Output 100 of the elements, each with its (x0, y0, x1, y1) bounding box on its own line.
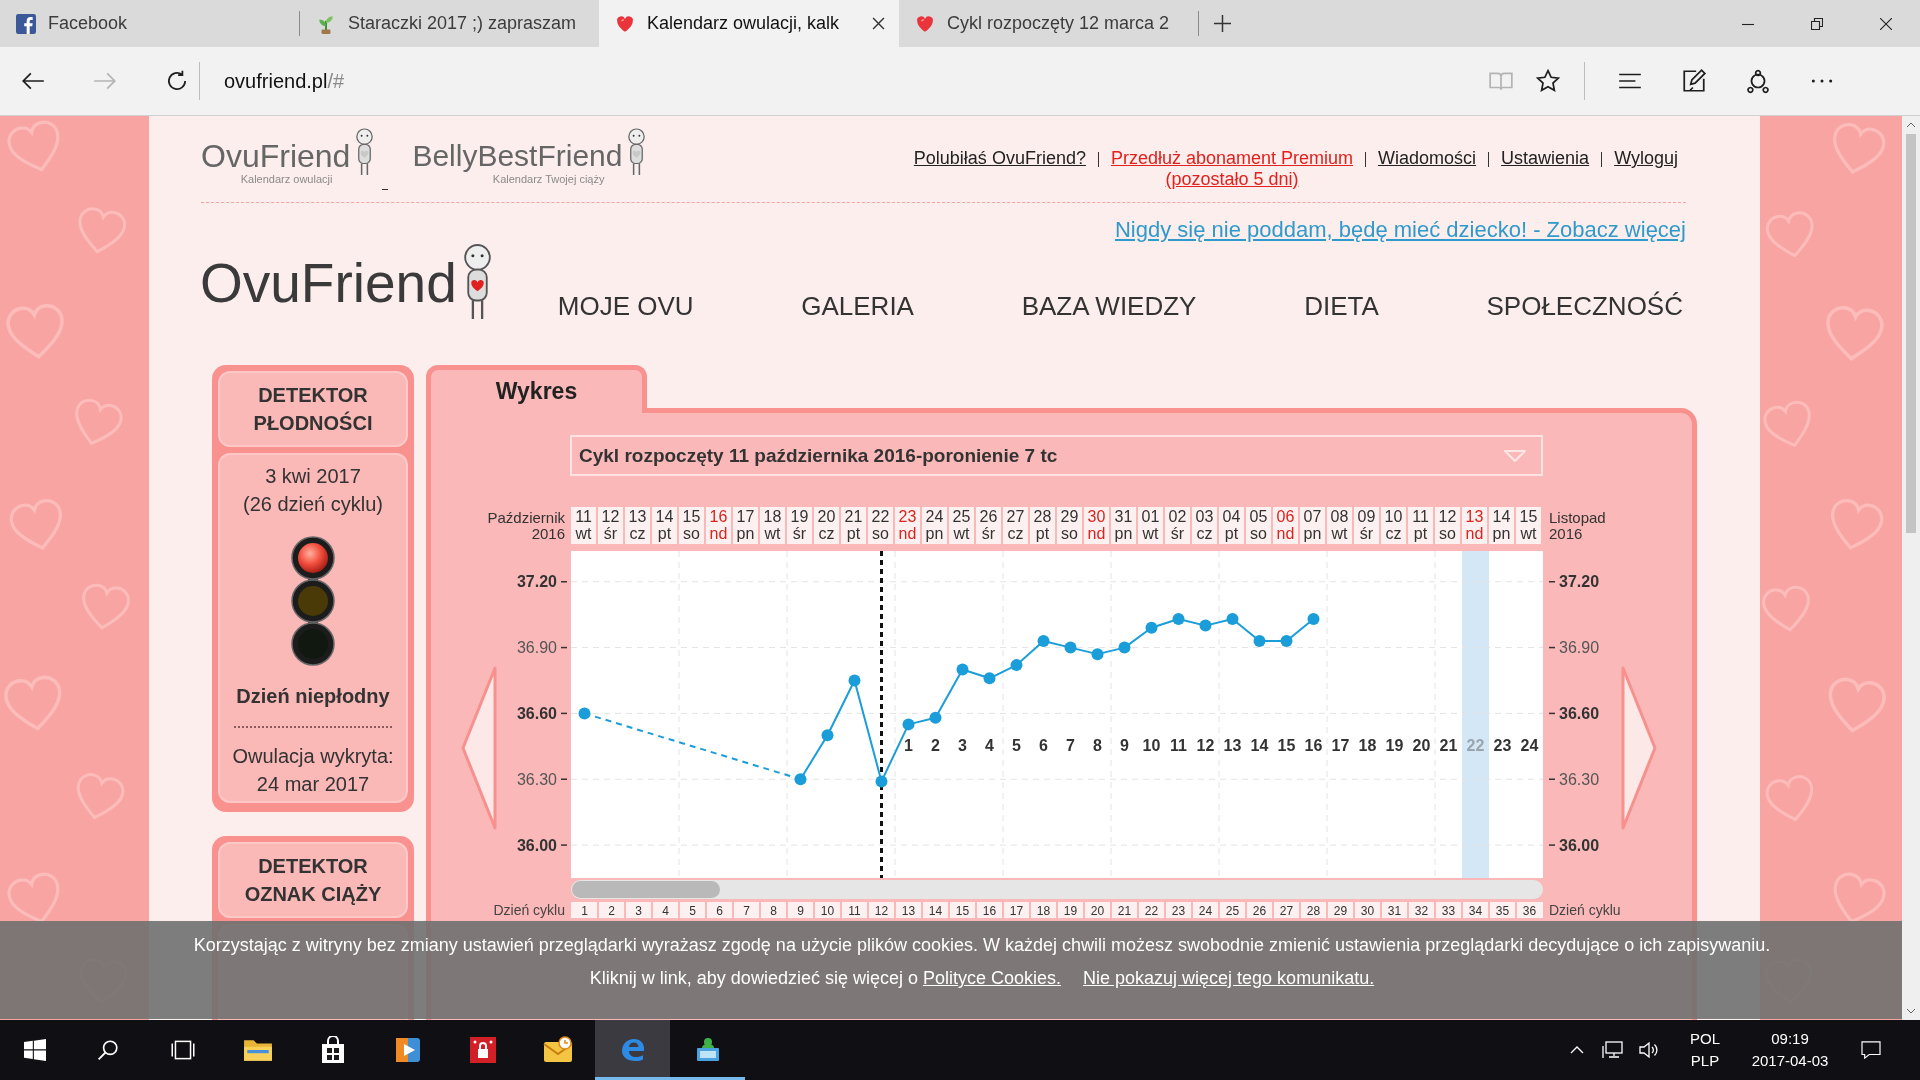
account-link[interactable]: Wiadomości (1378, 148, 1477, 169)
search-icon[interactable] (96, 1039, 119, 1061)
logo-text[interactable]: OvuFriend (201, 140, 351, 172)
day-count-label: 13 (1223, 737, 1242, 754)
date-header: 11 wt (571, 507, 598, 544)
page-scrollbar[interactable] (1902, 116, 1920, 1020)
cycle-select[interactable]: Cykl rozpoczęty 11 października 2016-poronienie 7 tc (570, 435, 1543, 476)
date-header: 12 so (1435, 507, 1462, 544)
date-header: 05 so (1246, 507, 1273, 544)
date-header: 12 śr (598, 507, 625, 544)
day-count-label: 8 (1093, 737, 1102, 754)
dismiss-link[interactable]: Nie pokazuj więcej tego komunikatu. (1083, 967, 1375, 989)
date-header: 06 nd (1273, 507, 1300, 544)
subscription-note-link[interactable]: (pozostało 5 dni) (1165, 169, 1299, 190)
nav-link[interactable]: DIETA (1304, 291, 1379, 321)
month-label: Listopad (1549, 510, 1606, 526)
close-icon[interactable] (872, 17, 885, 30)
scrollbar-thumb[interactable] (1906, 134, 1916, 533)
cycle-day-number: 20 (1090, 903, 1105, 918)
nav-link[interactable]: GALERIA (801, 291, 914, 321)
scrollbar-thumb[interactable] (572, 881, 720, 898)
task-view-icon[interactable] (168, 1039, 197, 1061)
date-header: 26 śr (976, 507, 1003, 544)
logo-text[interactable]: BellyBestFriend (412, 140, 623, 172)
envelope-icon (542, 1036, 573, 1064)
account-link[interactable]: Polubiłaś OvuFriend? (913, 148, 1086, 169)
browser-tab[interactable]: Kalendarz owulacji, kalk (599, 0, 899, 47)
date-header: 14 pt (652, 507, 679, 544)
data-point (983, 672, 996, 685)
cycle-day-number: 5 (689, 903, 696, 918)
clock-time[interactable]: 09:19 (1771, 1028, 1809, 1050)
cookie-policy-link[interactable]: Polityce Cookies. (922, 968, 1061, 988)
cycle-day-number: 29 (1333, 903, 1348, 918)
nav-link[interactable]: SPOŁECZNOŚĆ (1486, 291, 1683, 321)
current-date: 3 kwi 2017 (265, 464, 361, 489)
date-header: 01 wt (1138, 507, 1165, 544)
browser-tab[interactable]: Staraczki 2017 ;) zapraszam (300, 0, 599, 47)
nav-link[interactable]: MOJE OVU (557, 291, 694, 321)
day-count-label: 4 (985, 737, 994, 754)
day-count-label: 1 (904, 737, 913, 754)
account-link[interactable]: Przedłuż abonament Premium (1110, 148, 1354, 169)
data-point (1307, 613, 1320, 626)
date-header: 19 śr (787, 507, 814, 544)
cycle-day-number: 8 (770, 903, 777, 918)
cycle-day-number: 1 (581, 903, 588, 918)
chart-tab[interactable]: Wykres (426, 365, 647, 413)
date-header: 09 śr (1354, 507, 1381, 544)
data-point (1064, 641, 1077, 654)
network-icon[interactable] (1602, 1041, 1624, 1059)
scroll-down-icon[interactable] (1906, 1008, 1916, 1014)
cycle-day-number: 11 (848, 903, 861, 918)
data-point (578, 707, 591, 720)
nav-link[interactable]: BAZA WIEDZY (1021, 291, 1197, 321)
fertility-status: Dzień niepłodny (236, 684, 390, 709)
cycle-day-number: 17 (1009, 903, 1024, 918)
row-label: Dzień cyklu (1549, 902, 1621, 918)
day-count-label: 5 (1012, 737, 1021, 754)
cycle-day-number: 18 (1036, 903, 1051, 918)
cycle-day-number: 31 (1387, 903, 1402, 918)
day-count-label: 18 (1358, 737, 1377, 754)
axis-label: 36.00 (516, 836, 557, 854)
account-link[interactable]: Wyloguj (1614, 148, 1678, 169)
share-icon[interactable] (1745, 68, 1771, 94)
volume-icon[interactable] (1638, 1041, 1660, 1059)
date-header: 28 pt (1030, 507, 1057, 544)
date-header: 18 wt (760, 507, 787, 544)
new-tab-icon[interactable] (1213, 15, 1231, 32)
chevron-up-icon[interactable] (1570, 1046, 1584, 1054)
close-icon[interactable] (1879, 17, 1892, 30)
account-link[interactable]: Ustawienia (1501, 148, 1590, 169)
axis-label: 36.60 (1559, 704, 1600, 722)
restore-icon[interactable] (1810, 17, 1823, 30)
day-count-label: 10 (1142, 737, 1161, 754)
star-icon[interactable] (1534, 68, 1561, 94)
window-panes-icon[interactable] (24, 1039, 46, 1061)
day-count-label: 17 (1331, 737, 1350, 754)
day-count-label: 11 (1170, 737, 1187, 754)
logo-text[interactable]: OvuFriend (200, 253, 457, 313)
date-header: 21 pt (841, 507, 868, 544)
data-point (1253, 635, 1266, 647)
data-point (1172, 613, 1185, 626)
data-point (848, 674, 861, 687)
axis-label: 37.20 (516, 573, 557, 591)
data-point (1145, 621, 1158, 634)
date-header: 08 wt (1327, 507, 1354, 544)
cookie-info-text: Kliknij w link, aby dowiedzieć się więcej o Polityce Cookies. (589, 967, 1061, 989)
data-point (1199, 619, 1212, 632)
day-count-label: 19 (1385, 737, 1404, 754)
cycle-day-number: 12 (874, 903, 889, 918)
date-header: 04 pt (1219, 507, 1246, 544)
keyboard-layout[interactable]: PLP (1690, 1050, 1720, 1072)
clock-date[interactable]: 2017-04-03 (1751, 1050, 1829, 1072)
browser-tab[interactable]: Facebook (0, 0, 299, 47)
browser-tab[interactable]: Cykl rozpoczęty 12 marca 2 (899, 0, 1198, 47)
axis-label: 37.20 (1559, 573, 1600, 591)
language-code[interactable]: POL (1690, 1028, 1720, 1050)
cycle-day-number: 7 (743, 903, 750, 918)
scroll-up-icon[interactable] (1906, 122, 1916, 128)
day-count-label: 9 (1120, 737, 1129, 754)
notification-icon[interactable] (1860, 1041, 1882, 1059)
